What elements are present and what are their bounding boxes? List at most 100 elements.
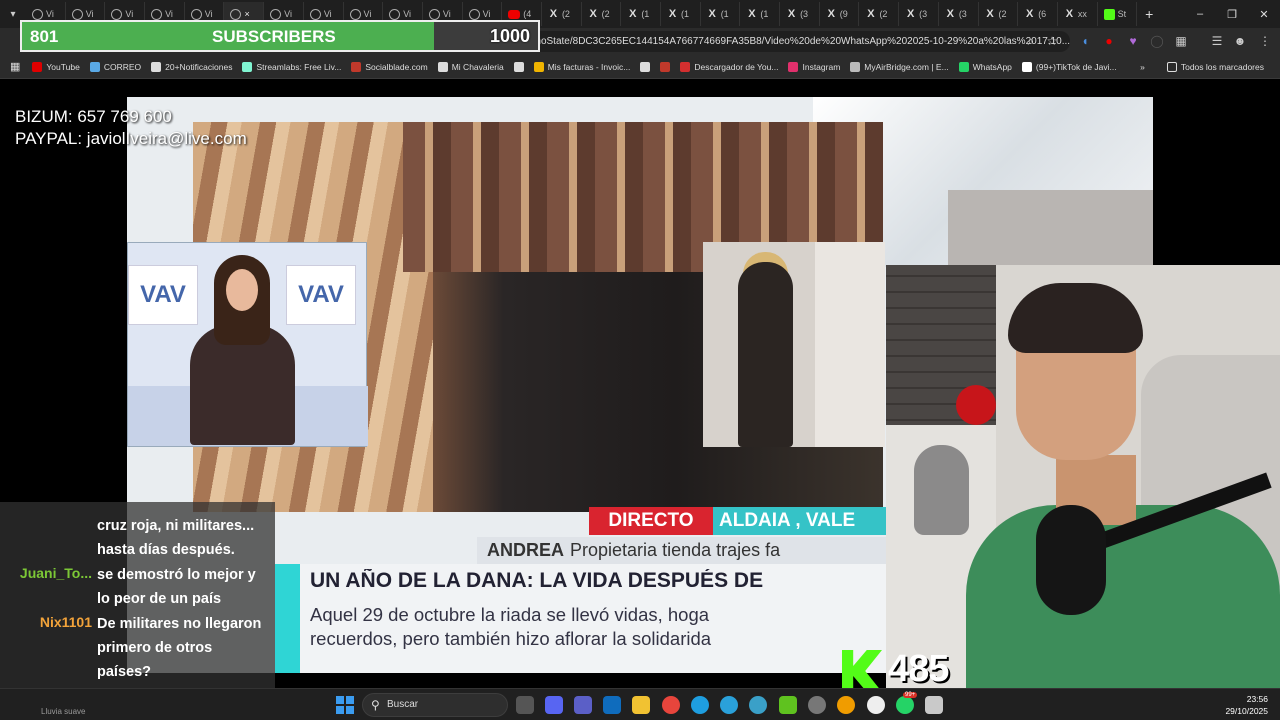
chat-text: cruz roja, ni militares... hasta días des… bbox=[97, 514, 273, 562]
restore-icon[interactable]: ❐ bbox=[1216, 8, 1248, 21]
browser-tab[interactable]: X (2 bbox=[859, 2, 900, 26]
bookmark-label: (99+)TikTok de Javi... bbox=[1035, 61, 1117, 72]
globe-icon bbox=[468, 8, 480, 20]
tab-label: (4 bbox=[523, 9, 532, 19]
bookmark-item[interactable]: Mis facturas - Invoic... bbox=[530, 61, 635, 72]
bookmark-item[interactable]: (99+)TikTok de Javi... bbox=[1018, 61, 1121, 72]
presenter-face bbox=[226, 269, 258, 311]
chat-username[interactable]: Juani_To... bbox=[0, 565, 92, 581]
green-app-icon[interactable] bbox=[779, 696, 797, 714]
file-explorer-icon[interactable] bbox=[632, 696, 650, 714]
app-icon-white[interactable] bbox=[867, 696, 885, 714]
channel-logo-right: VAV bbox=[286, 265, 356, 325]
microphone bbox=[1036, 505, 1106, 615]
globe-icon bbox=[111, 8, 123, 20]
task-view-icon[interactable] bbox=[516, 696, 534, 714]
outlook-icon[interactable] bbox=[603, 696, 621, 714]
bookmark-item[interactable]: Streamlabs: Free Liv... bbox=[238, 61, 345, 72]
extension-disabled-icon[interactable]: ◯ bbox=[1150, 34, 1164, 48]
bookmark-item[interactable]: 20+Notificaciones bbox=[147, 61, 236, 72]
bookmark-item[interactable] bbox=[656, 61, 674, 72]
extension-icon[interactable]: ♥ bbox=[1126, 34, 1140, 48]
interviewee bbox=[738, 262, 793, 447]
browser-tab[interactable]: X (3 bbox=[899, 2, 939, 26]
chat-line: países? bbox=[97, 664, 151, 680]
streamer-webcam bbox=[886, 265, 1280, 688]
x-icon: X bbox=[946, 7, 954, 20]
browser-tab[interactable]: X (2 bbox=[542, 2, 582, 26]
taskbar-search[interactable]: ⚲ Buscar bbox=[362, 693, 508, 717]
browser-tab[interactable]: X (1 bbox=[661, 2, 701, 26]
profile-avatar-icon[interactable]: ☻ bbox=[1233, 34, 1247, 48]
bookmark-item[interactable]: WhatsApp bbox=[955, 61, 1016, 72]
bookmark-favicon-icon bbox=[958, 61, 969, 72]
bookmark-favicon-icon bbox=[151, 61, 162, 72]
clock-date: 29/10/2025 bbox=[1225, 706, 1268, 716]
all-bookmarks-folder[interactable]: Todos los marcadores bbox=[1163, 61, 1268, 72]
extensions-puzzle-icon[interactable]: ▦ bbox=[1174, 34, 1188, 48]
close-icon[interactable]: ✕ bbox=[1248, 8, 1280, 21]
browser-tab[interactable]: X (2 bbox=[582, 2, 622, 26]
channel-logo: VAV bbox=[128, 265, 198, 325]
edge-icon[interactable] bbox=[691, 696, 709, 714]
folder-icon bbox=[1166, 61, 1177, 72]
discord-icon[interactable] bbox=[545, 696, 563, 714]
snipping-tool-icon[interactable] bbox=[925, 696, 943, 714]
bookmark-label: MyAirBridge.com | E... bbox=[864, 61, 949, 72]
new-tab-button[interactable]: + bbox=[1137, 6, 1161, 22]
whatsapp-icon[interactable] bbox=[896, 696, 914, 714]
system-clock[interactable]: 23:56 29/10/2025 bbox=[1225, 693, 1268, 717]
chat-text: se demostró lo mejor y lo peor de un país bbox=[97, 563, 273, 611]
telegram-icon[interactable] bbox=[720, 696, 738, 714]
chat-username[interactable]: Nix1101 bbox=[0, 614, 92, 630]
bookmark-item[interactable]: CORREO bbox=[86, 61, 145, 72]
browser-menu-icon[interactable]: ⋮ bbox=[1258, 34, 1272, 48]
extension-youtube-icon[interactable]: ● bbox=[1102, 34, 1116, 48]
x-icon: X bbox=[1065, 7, 1074, 20]
browser-tab[interactable]: X (3 bbox=[780, 2, 820, 26]
chrome-icon[interactable] bbox=[662, 696, 680, 714]
start-button[interactable] bbox=[336, 696, 354, 714]
bookmark-star-icon[interactable]: ☆ bbox=[1045, 34, 1059, 48]
app-icon-orange[interactable] bbox=[837, 696, 855, 714]
browser-tab[interactable]: X (9 bbox=[820, 2, 860, 26]
browser-tab[interactable]: St bbox=[1098, 2, 1138, 26]
tab-label: xx bbox=[1077, 9, 1087, 19]
browser-tab[interactable]: X (1 bbox=[621, 2, 661, 26]
apps-grid-icon[interactable]: ▦ bbox=[6, 60, 24, 73]
bookmark-item[interactable]: Instagram bbox=[784, 61, 844, 72]
zoom-icon[interactable]: ⌕ bbox=[1024, 34, 1038, 48]
bookmark-favicon-icon bbox=[32, 61, 43, 72]
bookmark-item[interactable] bbox=[636, 61, 654, 72]
media-controls-icon[interactable]: ☰ bbox=[1210, 34, 1224, 48]
kick-viewer-counter: 485 bbox=[842, 648, 972, 692]
tab-label: (3 bbox=[800, 9, 809, 19]
obs-icon[interactable] bbox=[808, 696, 826, 714]
browser-tab[interactable]: X (3 bbox=[939, 2, 979, 26]
bookmark-item[interactable] bbox=[510, 61, 528, 72]
bookmark-list: YouTube CORREO 20+Notificaciones Streamlabs… bbox=[28, 61, 1121, 72]
body-line-2: recuerdos, pero también hizo aflorar la … bbox=[310, 628, 712, 649]
bookmark-item[interactable]: YouTube bbox=[28, 61, 83, 72]
bookmark-item[interactable]: Mi Chavaleria bbox=[434, 61, 508, 72]
more-bookmarks-button[interactable]: » bbox=[1136, 62, 1149, 72]
tab-label: St bbox=[1117, 9, 1127, 19]
bookmark-item[interactable]: MyAirBridge.com | E... bbox=[846, 61, 952, 72]
bookmark-item[interactable]: Descargador de You... bbox=[676, 61, 782, 72]
bookmark-item[interactable]: Socialblade.com bbox=[347, 61, 431, 72]
kick-logo-icon bbox=[842, 650, 882, 692]
browser-tab[interactable]: X (1 bbox=[740, 2, 781, 26]
browser-tab[interactable]: X (6 bbox=[1018, 2, 1058, 26]
browser-tab[interactable]: Xxx bbox=[1058, 2, 1098, 26]
tab-label: (9 bbox=[839, 9, 848, 19]
translate-icon[interactable]: ◖ bbox=[1078, 34, 1092, 48]
teams-icon[interactable] bbox=[574, 696, 592, 714]
browser-tab[interactable]: X (2 bbox=[979, 2, 1019, 26]
weather-widget[interactable]: Lluvia suave bbox=[8, 691, 188, 719]
browser-tab[interactable]: X (1 bbox=[701, 2, 741, 26]
globe-app-icon[interactable] bbox=[749, 696, 767, 714]
minimize-icon[interactable]: – bbox=[1184, 8, 1216, 21]
whatsapp-badge: 99+ bbox=[903, 692, 918, 698]
window-controls: – ❐ ✕ bbox=[1184, 8, 1280, 21]
tab-label: (1 bbox=[681, 9, 690, 19]
